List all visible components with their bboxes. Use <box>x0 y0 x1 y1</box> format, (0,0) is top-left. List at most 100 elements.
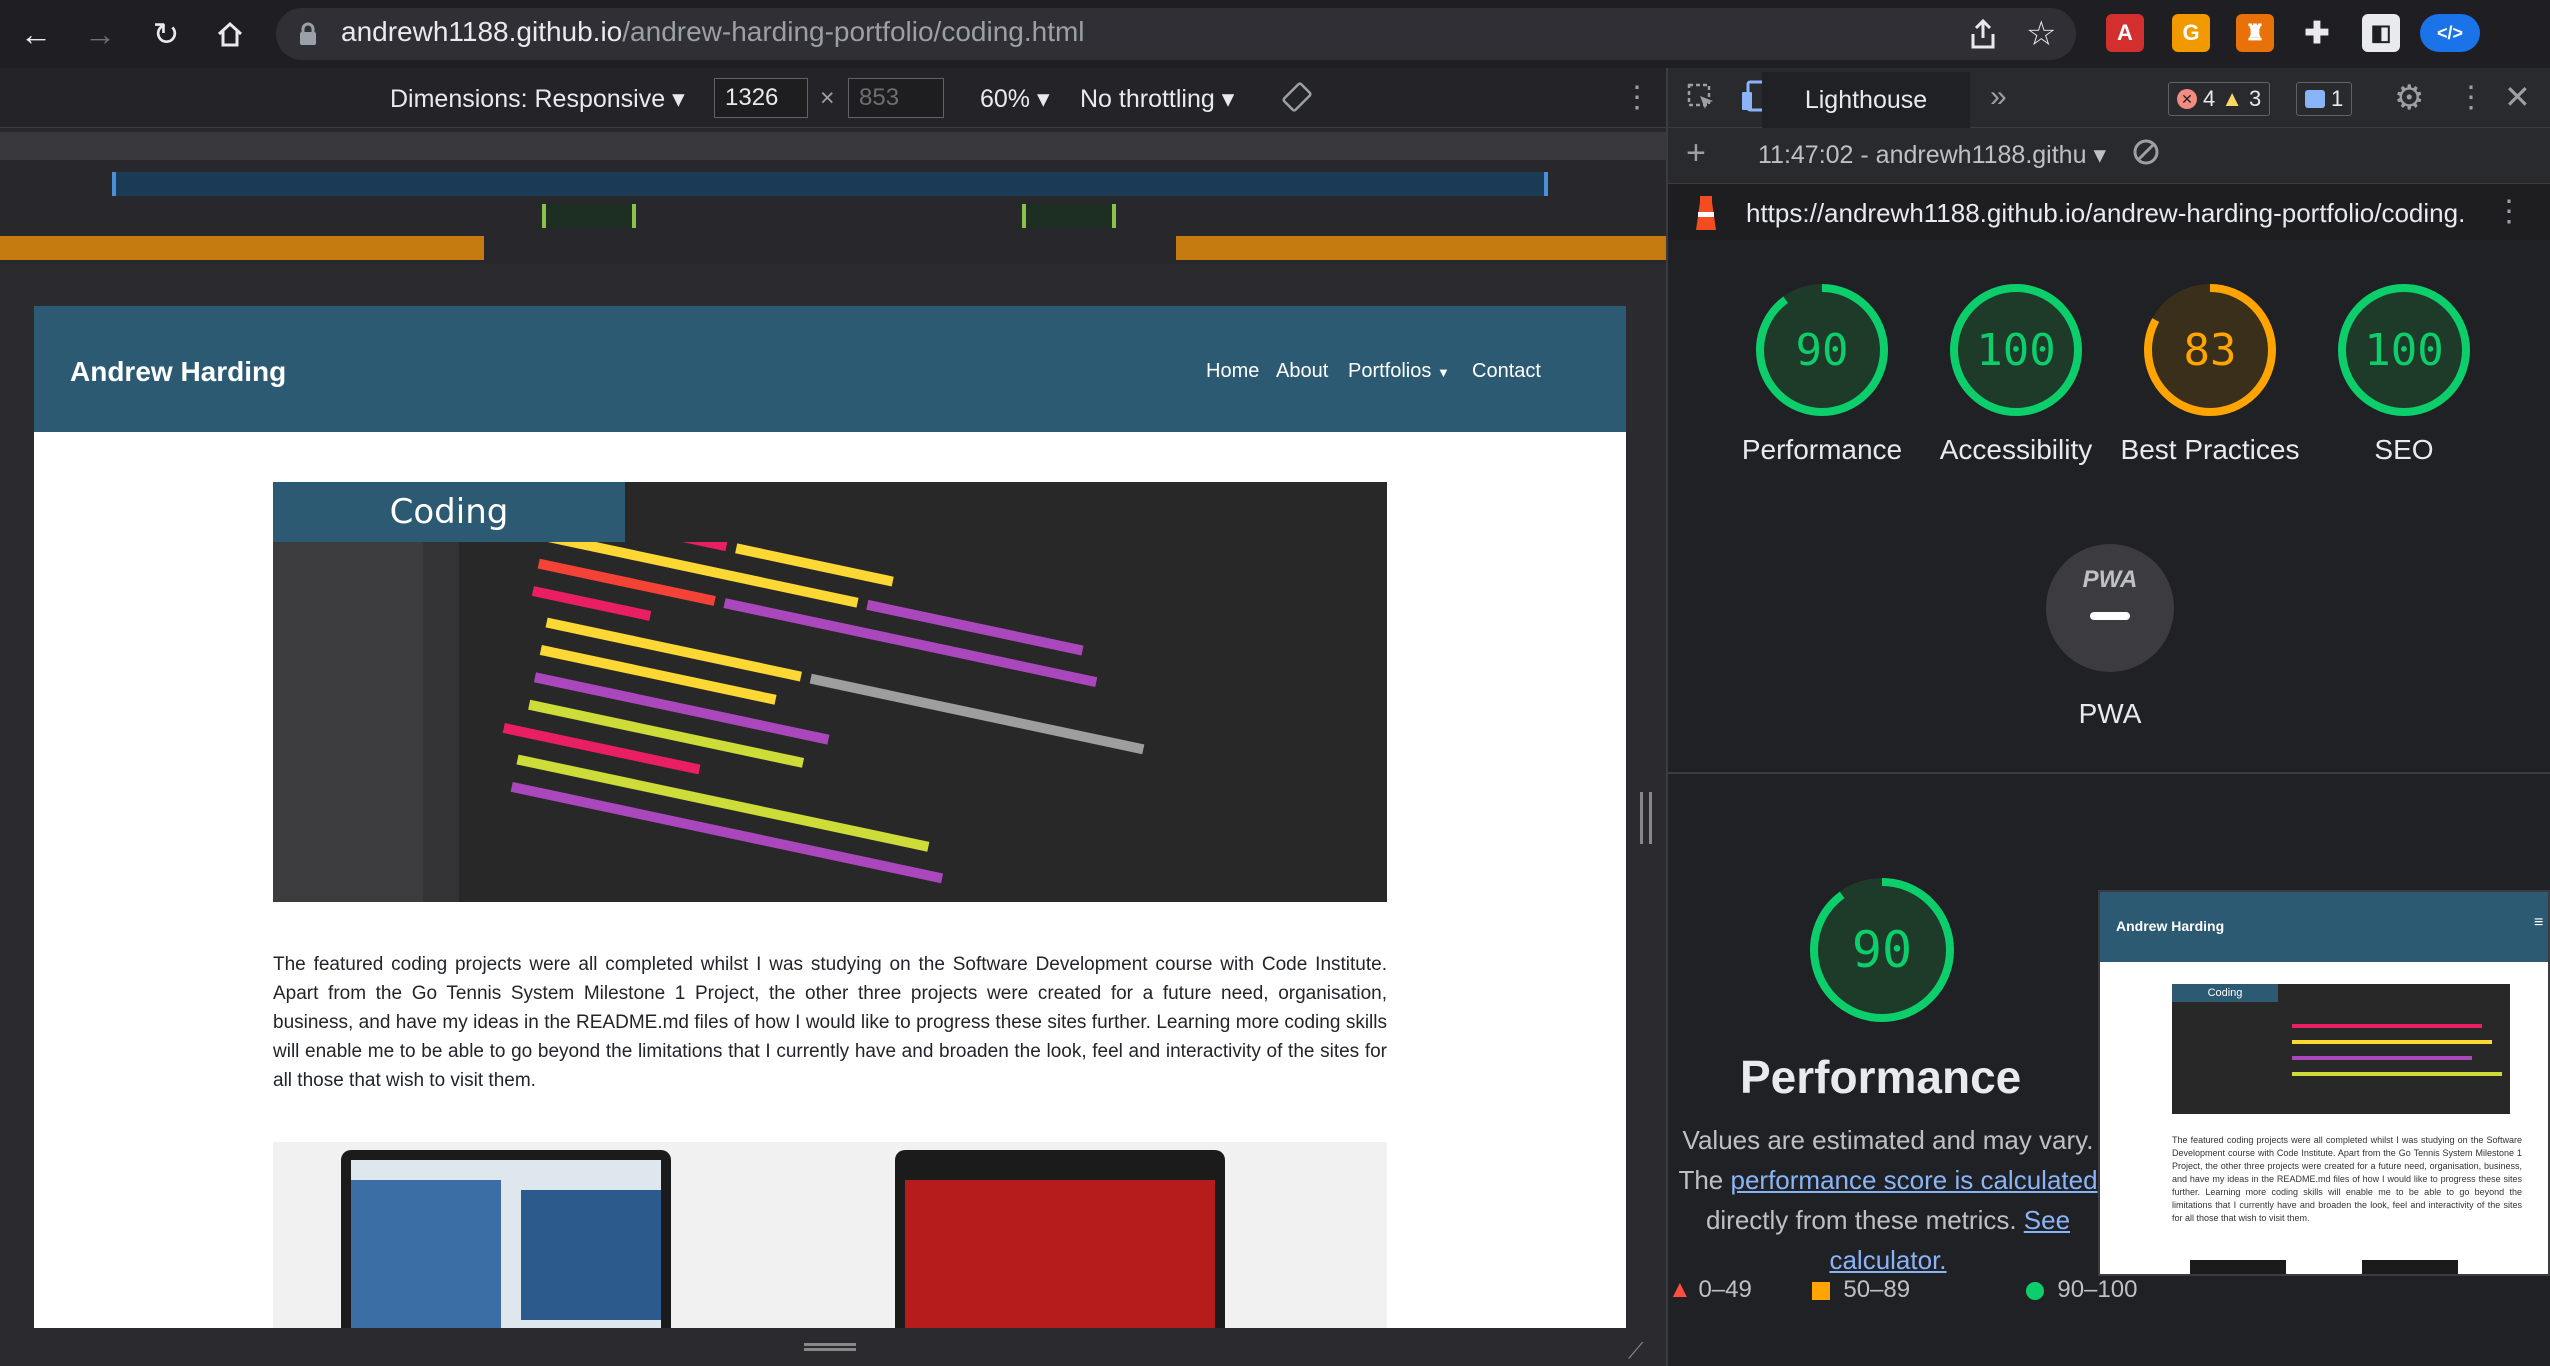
caret-down-icon: ▼ <box>1436 365 1450 380</box>
project-photo-1 <box>351 1180 501 1328</box>
height-input[interactable]: 853 <box>848 78 944 118</box>
pwa-badge-text: PWA <box>2082 566 2138 593</box>
site-brand[interactable]: Andrew Harding <box>70 356 286 388</box>
forward-icon[interactable]: → <box>80 14 120 54</box>
gauge-label-pwa: PWA <box>2078 698 2142 729</box>
url-text[interactable]: andrewh1188.github.io/andrew-harding-por… <box>341 16 1085 48</box>
thumb-navbar: Andrew Harding ≡ <box>2100 892 2548 962</box>
legend-average: 50–89 <box>1812 1276 1910 1304</box>
error-count: 4 <box>2203 86 2216 111</box>
legend-pass-label: 90–100 <box>2057 1276 2138 1303</box>
pwa-dash-icon <box>2090 612 2130 620</box>
more-tabs-icon[interactable]: » <box>1990 80 2007 114</box>
report-selector[interactable]: 11:47:02 - andrewh1188.githu ▾ <box>1758 140 2106 170</box>
mq-bar-1[interactable] <box>0 132 1666 160</box>
project-card-1[interactable] <box>341 1150 671 1328</box>
gauge-score: 83 <box>2183 324 2237 376</box>
lock-icon[interactable] <box>298 22 318 51</box>
report-menu-icon[interactable]: ⋮ <box>2494 194 2524 229</box>
desc-text-mid: directly from these metrics. <box>1705 1205 2024 1235</box>
devtools-menu-icon[interactable]: ⋮ <box>2456 80 2486 115</box>
nav-portfolios-label: Portfolios <box>1348 360 1432 382</box>
projects-grid <box>273 1142 1387 1328</box>
share-icon[interactable] <box>1968 18 1998 55</box>
star-icon[interactable]: ☆ <box>2026 14 2056 54</box>
score-calc-link[interactable]: performance score is calculated <box>1730 1165 2097 1195</box>
nav-contact[interactable]: Contact <box>1472 360 1541 383</box>
mq-bar-green-right[interactable] <box>1022 204 1116 228</box>
gauge-pwa[interactable]: PWA <box>2046 544 2174 672</box>
legend-fail-label: 0–49 <box>1698 1276 1752 1303</box>
error-icon: ✕ <box>2177 89 2197 109</box>
hero-banner-title: Coding <box>273 482 625 542</box>
throttle-select[interactable]: No throttling ▾ <box>1080 84 1234 114</box>
throttle-label: No throttling <box>1080 85 1215 113</box>
hero-line-gutter <box>423 542 459 902</box>
warning-icon: ▲ <box>2221 86 2244 111</box>
media-query-bars[interactable] <box>0 128 1666 264</box>
warning-count: 3 <box>2249 86 2262 111</box>
resize-handle-bottom[interactable] <box>804 1343 856 1351</box>
back-icon[interactable]: ← <box>16 14 56 54</box>
home-icon[interactable] <box>210 14 250 54</box>
close-devtools-icon[interactable]: ✕ <box>2504 78 2531 116</box>
hero-image: Coding <box>273 482 1387 902</box>
legend-pass: 90–100 <box>2026 1276 2137 1304</box>
mq-bar-blue[interactable] <box>112 172 1548 196</box>
message-icon <box>2305 90 2325 108</box>
gauge-label-seo: SEO <box>2374 434 2434 465</box>
times-sign: × <box>820 84 835 112</box>
resize-handle-corner[interactable]: ⟋ <box>1628 1338 1643 1364</box>
zoom-select[interactable]: 60% ▾ <box>980 84 1050 114</box>
performance-description: Values are estimated and may vary. The p… <box>1668 1120 2108 1280</box>
detail-gauge-performance: 90 <box>1808 876 1956 1024</box>
report-url[interactable]: https://andrewh1188.github.io/andrew-har… <box>1746 198 2466 229</box>
nav-portfolios[interactable]: Portfolios ▼ <box>1348 360 1450 383</box>
puzzle-extension-icon[interactable]: ✚ <box>2298 14 2336 52</box>
width-input[interactable]: 1326 <box>714 78 808 118</box>
nav-home[interactable]: Home <box>1206 360 1259 383</box>
resize-handle-right[interactable] <box>1640 792 1652 844</box>
issues-badge[interactable]: ✕ 4 ▲ 3 <box>2168 82 2271 116</box>
tab-lighthouse[interactable]: Lighthouse <box>1762 72 1970 128</box>
gauge-label-accessibility: Accessibility <box>1939 434 2093 465</box>
url-host: andrewh1188.github.io <box>341 16 623 47</box>
project-screen-1 <box>351 1160 661 1328</box>
profile-icon[interactable]: ◧ <box>2362 14 2400 52</box>
emulated-page[interactable]: Andrew Harding Home About Portfolios ▼ C… <box>34 306 1626 1328</box>
rotate-icon[interactable] <box>1282 82 1312 117</box>
thumb-hero-banner: Coding <box>2172 984 2278 1002</box>
lighthouse-extension-icon[interactable]: ♜ <box>2236 14 2274 52</box>
gauge-performance[interactable]: 90 <box>1754 282 1890 418</box>
mq-bar-orange-left[interactable] <box>0 236 484 260</box>
mq-bar-orange-right[interactable] <box>1176 236 1666 260</box>
g-extension-icon[interactable]: G <box>2172 14 2210 52</box>
code-extension-icon[interactable]: </> <box>2420 14 2480 52</box>
thumb-brand: Andrew Harding <box>2116 918 2225 934</box>
hero-file-sidebar <box>273 542 423 902</box>
messages-badge[interactable]: 1 <box>2296 82 2353 116</box>
gauge-best-practices[interactable]: 83 <box>2142 282 2278 418</box>
legend-square-icon <box>1812 1281 1830 1300</box>
dimensions-select[interactable]: Dimensions: Responsive ▾ <box>390 84 685 114</box>
message-count: 1 <box>2331 86 2344 111</box>
thumb-intro: The featured coding projects were all co… <box>2172 1135 2522 1223</box>
new-report-plus-icon[interactable]: + <box>1686 134 1706 173</box>
final-screenshot-thumbnail[interactable]: Andrew Harding ≡ Coding The featured cod… <box>2098 890 2550 1276</box>
mq-bar-green-left[interactable] <box>542 204 636 228</box>
nav-about[interactable]: About <box>1276 360 1328 383</box>
gauge-score: 100 <box>1976 324 2056 376</box>
gauge-accessibility[interactable]: 100 <box>1948 282 2084 418</box>
pdf-extension-icon[interactable]: A <box>2106 14 2144 52</box>
reload-icon[interactable]: ↻ <box>146 14 186 54</box>
project-panel-1 <box>521 1190 661 1320</box>
performance-heading: Performance <box>1740 1051 2022 1103</box>
gauge-seo[interactable]: 100 <box>2336 282 2472 418</box>
report-selector-label: 11:47:02 - andrewh1188.githu <box>1758 141 2087 169</box>
inspect-element-icon[interactable] <box>1686 82 1716 117</box>
more-options-icon[interactable]: ⋮ <box>1622 80 1652 115</box>
settings-gear-icon[interactable]: ⚙ <box>2394 78 2424 118</box>
project-card-2[interactable] <box>895 1150 1225 1328</box>
legend-average-label: 50–89 <box>1843 1276 1911 1303</box>
clear-report-icon[interactable] <box>2132 138 2160 171</box>
